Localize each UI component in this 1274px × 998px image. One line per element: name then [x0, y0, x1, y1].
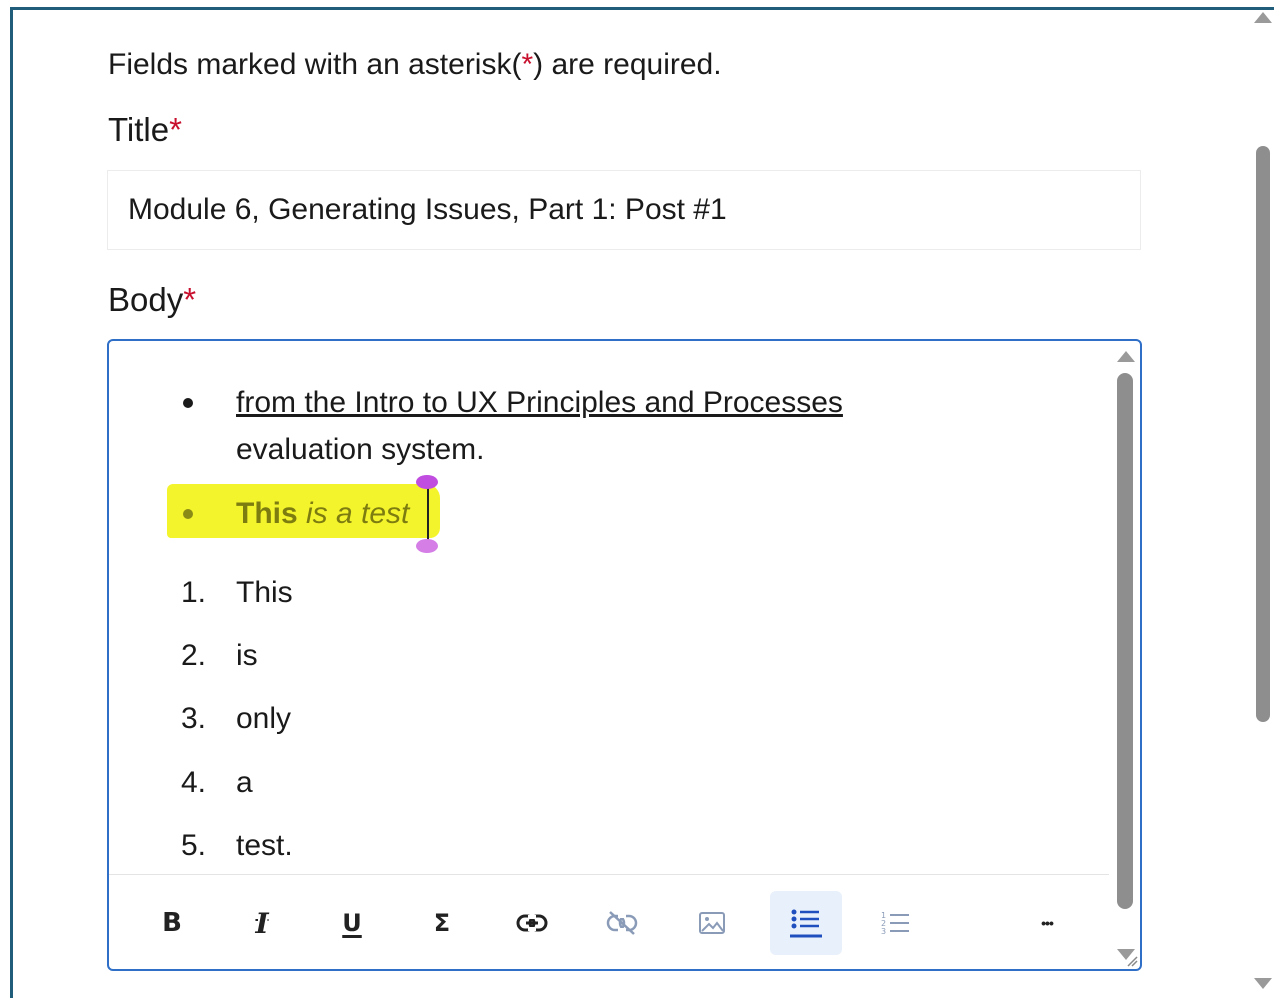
text-cursor: [427, 483, 429, 545]
sigma-icon: Σ: [433, 909, 451, 937]
title-label-text: Title: [108, 111, 170, 148]
body-label: Body*: [108, 280, 196, 320]
numbered-list-icon: 1 2 3: [881, 911, 909, 936]
list-item: from the Intro to UX Principles and Proc…: [236, 385, 843, 421]
numbered-list-item: This: [236, 576, 293, 609]
required-note-text: Fields marked with an asterisk(: [108, 48, 522, 81]
numbered-list-item: is: [236, 639, 258, 672]
more-icon: •••: [1041, 915, 1054, 931]
bulleted-list-icon: [790, 909, 822, 938]
scroll-up-arrow-icon[interactable]: [1117, 351, 1135, 362]
resize-grip-icon[interactable]: [1126, 955, 1138, 967]
svg-text:3: 3: [881, 927, 886, 936]
scroll-up-arrow-icon[interactable]: [1254, 12, 1272, 23]
bullet-marker: [183, 398, 193, 408]
more-options-button[interactable]: •••: [1011, 891, 1083, 955]
editor-content-area[interactable]: from the Intro to UX Principles and Proc…: [109, 341, 1109, 873]
body-label-text: Body: [108, 281, 184, 318]
bold-button[interactable]: B: [136, 891, 208, 955]
link-text[interactable]: from the Intro to UX Principles and Proc…: [236, 386, 843, 419]
selection-handle-bottom[interactable]: [416, 539, 438, 553]
page-scrollbar-thumb[interactable]: [1256, 146, 1270, 722]
image-icon: [699, 912, 725, 934]
insert-image-button[interactable]: [676, 891, 748, 955]
required-asterisk: *: [521, 48, 534, 81]
body-rich-text-editor[interactable]: from the Intro to UX Principles and Proc…: [107, 339, 1142, 971]
title-required-asterisk: *: [169, 111, 182, 148]
equation-button[interactable]: Σ: [406, 891, 478, 955]
italic-button[interactable]: I: [226, 891, 298, 955]
numbered-list-item: only: [236, 702, 292, 735]
numbered-list-marker: 3.: [181, 702, 207, 735]
numbered-list-marker: 4.: [181, 766, 207, 799]
required-note-text-end: ) are required.: [533, 48, 722, 81]
numbered-list-marker: 5.: [181, 829, 207, 862]
numbered-list-item: a: [236, 766, 253, 799]
page-scrollbar[interactable]: [1252, 8, 1274, 998]
link-button[interactable]: [496, 891, 568, 955]
list-item: This is a test: [236, 496, 409, 532]
italic-text: is a test: [297, 497, 410, 530]
underline-button[interactable]: U: [316, 891, 388, 955]
numbered-list-marker: 2.: [181, 639, 207, 672]
editor-scrollbar-thumb[interactable]: [1117, 373, 1133, 909]
editor-toolbar: B I U Σ 1 2 3 •••: [109, 875, 1109, 969]
list-item-continuation: evaluation system.: [236, 433, 485, 466]
bold-text: This: [236, 497, 298, 530]
numbered-list-marker: 1.: [181, 576, 207, 609]
scroll-down-arrow-icon[interactable]: [1254, 978, 1272, 989]
numbered-list-item: test.: [236, 829, 293, 862]
title-input[interactable]: [107, 170, 1141, 250]
unlink-button[interactable]: [586, 891, 658, 955]
italic-icon: I: [255, 906, 269, 940]
numbered-list-button[interactable]: 1 2 3: [860, 891, 932, 955]
link-icon: [516, 914, 548, 932]
bullet-marker: [183, 509, 193, 519]
bold-icon: B: [162, 908, 182, 938]
title-label: Title*: [108, 110, 182, 150]
bulleted-list-button[interactable]: [770, 891, 842, 955]
selection-handle-top[interactable]: [416, 475, 438, 489]
required-fields-note: Fields marked with an asterisk(*) are re…: [108, 46, 722, 84]
body-required-asterisk: *: [183, 281, 197, 318]
unlink-icon: [606, 911, 638, 935]
editor-scrollbar[interactable]: [1112, 341, 1140, 969]
underline-icon: U: [342, 909, 362, 937]
